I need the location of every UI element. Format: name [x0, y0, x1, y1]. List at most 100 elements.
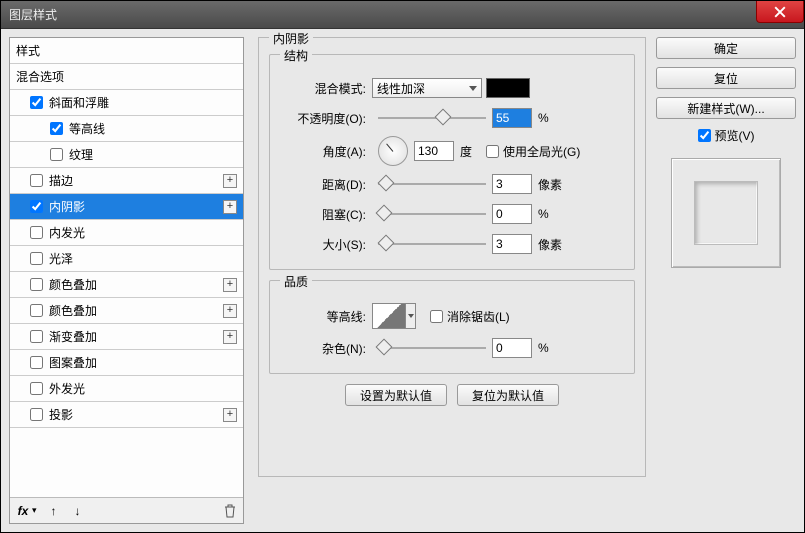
antialias-input[interactable]: [430, 310, 443, 323]
angle-dial[interactable]: [378, 136, 408, 166]
size-input[interactable]: [492, 234, 532, 254]
style-row-outer-glow[interactable]: 外发光: [10, 376, 243, 402]
trash-icon[interactable]: [223, 504, 237, 518]
global-light-input[interactable]: [486, 145, 499, 158]
blend-mode-label: 混合模式:: [280, 80, 372, 97]
panel-title: 内阴影: [269, 30, 313, 47]
style-checkbox-inner-glow[interactable]: [30, 226, 43, 239]
style-label: 等高线: [69, 120, 105, 137]
add-effect-icon[interactable]: +: [223, 330, 237, 344]
style-row-inner-shadow[interactable]: 内阴影 +: [10, 194, 243, 220]
opacity-unit: %: [538, 111, 549, 125]
style-row-texture[interactable]: 纹理: [10, 142, 243, 168]
style-checkbox-gradient-overlay[interactable]: [30, 330, 43, 343]
style-checkbox-bevel[interactable]: [30, 96, 43, 109]
new-style-button[interactable]: 新建样式(W)...: [656, 97, 796, 119]
style-label: 纹理: [69, 146, 93, 163]
opacity-slider[interactable]: [378, 111, 486, 125]
choke-label: 阻塞(C):: [280, 206, 372, 223]
angle-label: 角度(A):: [280, 143, 372, 160]
make-default-button[interactable]: 设置为默认值: [345, 384, 447, 406]
styles-list: 样式 混合选项 斜面和浮雕等高线纹理描边+ 内阴影 + 内发光光泽颜色叠加 + 颜色叠加 +…: [10, 38, 243, 497]
ok-button[interactable]: 确定: [656, 37, 796, 59]
move-up-icon[interactable]: ↑: [47, 504, 61, 518]
structure-group: 结构 混合模式: 线性加深 不透明度(O):: [269, 54, 635, 270]
choke-input[interactable]: [492, 204, 532, 224]
blending-options-row[interactable]: 混合选项: [10, 64, 243, 90]
style-label: 颜色叠加: [49, 302, 97, 319]
noise-input[interactable]: [492, 338, 532, 358]
contour-dropdown[interactable]: [406, 303, 416, 329]
contour-label: 等高线:: [280, 308, 372, 325]
add-effect-icon[interactable]: +: [223, 200, 237, 214]
styles-footer: fx ▾ ↑ ↓: [10, 497, 243, 523]
opacity-input[interactable]: [492, 108, 532, 128]
style-label: 颜色叠加: [49, 276, 97, 293]
style-row-drop-shadow[interactable]: 投影 +: [10, 402, 243, 428]
chevron-down-icon: [469, 86, 477, 91]
noise-unit: %: [538, 341, 549, 355]
add-effect-icon[interactable]: +: [223, 174, 237, 188]
style-checkbox-color-overlay[interactable]: [30, 278, 43, 291]
add-effect-icon[interactable]: +: [223, 408, 237, 422]
distance-slider[interactable]: [378, 177, 486, 191]
close-icon: [774, 6, 786, 18]
fx-icon[interactable]: fx: [16, 504, 30, 518]
style-label: 图案叠加: [49, 354, 97, 371]
style-row-bevel[interactable]: 斜面和浮雕: [10, 90, 243, 116]
titlebar[interactable]: 图层样式: [1, 1, 804, 29]
style-checkbox-inner-shadow[interactable]: [30, 200, 43, 213]
style-checkbox-texture[interactable]: [50, 148, 63, 161]
move-down-icon[interactable]: ↓: [71, 504, 85, 518]
style-checkbox-drop-shadow[interactable]: [30, 408, 43, 421]
preview-checkbox[interactable]: 预览(V): [656, 127, 796, 144]
style-checkbox-stroke[interactable]: [30, 174, 43, 187]
size-unit: 像素: [538, 236, 562, 253]
chevron-down-icon: [408, 314, 414, 318]
style-row-pattern-overlay[interactable]: 图案叠加: [10, 350, 243, 376]
style-row-contour[interactable]: 等高线: [10, 116, 243, 142]
global-light-checkbox[interactable]: 使用全局光(G): [486, 143, 580, 160]
style-label: 投影: [49, 406, 73, 423]
quality-group: 品质 等高线: 消除锯齿(L): [269, 280, 635, 374]
close-button[interactable]: [756, 1, 804, 23]
preview-swatch: [694, 181, 758, 245]
style-row-satin[interactable]: 光泽: [10, 246, 243, 272]
structure-title: 结构: [280, 47, 312, 64]
noise-slider[interactable]: [378, 341, 486, 355]
reset-button[interactable]: 复位: [656, 67, 796, 89]
preview-box: [671, 158, 781, 268]
style-label: 内发光: [49, 224, 85, 241]
dialog-buttons: 确定 复位 新建样式(W)... 预览(V): [656, 37, 796, 524]
style-checkbox-satin[interactable]: [30, 252, 43, 265]
distance-input[interactable]: [492, 174, 532, 194]
style-checkbox-outer-glow[interactable]: [30, 382, 43, 395]
style-checkbox-color-overlay2[interactable]: [30, 304, 43, 317]
noise-label: 杂色(N):: [280, 340, 372, 357]
reset-default-button[interactable]: 复位为默认值: [457, 384, 559, 406]
style-label: 内阴影: [49, 198, 85, 215]
opacity-label: 不透明度(O):: [280, 110, 372, 127]
style-label: 斜面和浮雕: [49, 94, 109, 111]
styles-header[interactable]: 样式: [10, 38, 243, 64]
style-row-inner-glow[interactable]: 内发光: [10, 220, 243, 246]
blend-mode-select[interactable]: 线性加深: [372, 78, 482, 98]
preview-input[interactable]: [698, 129, 711, 142]
size-slider[interactable]: [378, 237, 486, 251]
style-row-color-overlay2[interactable]: 颜色叠加 +: [10, 298, 243, 324]
contour-picker[interactable]: [372, 303, 406, 329]
style-row-color-overlay[interactable]: 颜色叠加 +: [10, 272, 243, 298]
style-checkbox-pattern-overlay[interactable]: [30, 356, 43, 369]
choke-slider[interactable]: [378, 207, 486, 221]
add-effect-icon[interactable]: +: [223, 304, 237, 318]
add-effect-icon[interactable]: +: [223, 278, 237, 292]
distance-label: 距离(D):: [280, 176, 372, 193]
effect-settings-panel: 内阴影 结构 混合模式: 线性加深: [254, 37, 646, 524]
style-checkbox-contour[interactable]: [50, 122, 63, 135]
antialias-checkbox[interactable]: 消除锯齿(L): [430, 308, 510, 325]
angle-input[interactable]: [414, 141, 454, 161]
shadow-color-swatch[interactable]: [486, 78, 530, 98]
style-row-stroke[interactable]: 描边+: [10, 168, 243, 194]
style-row-gradient-overlay[interactable]: 渐变叠加+: [10, 324, 243, 350]
choke-unit: %: [538, 207, 549, 221]
